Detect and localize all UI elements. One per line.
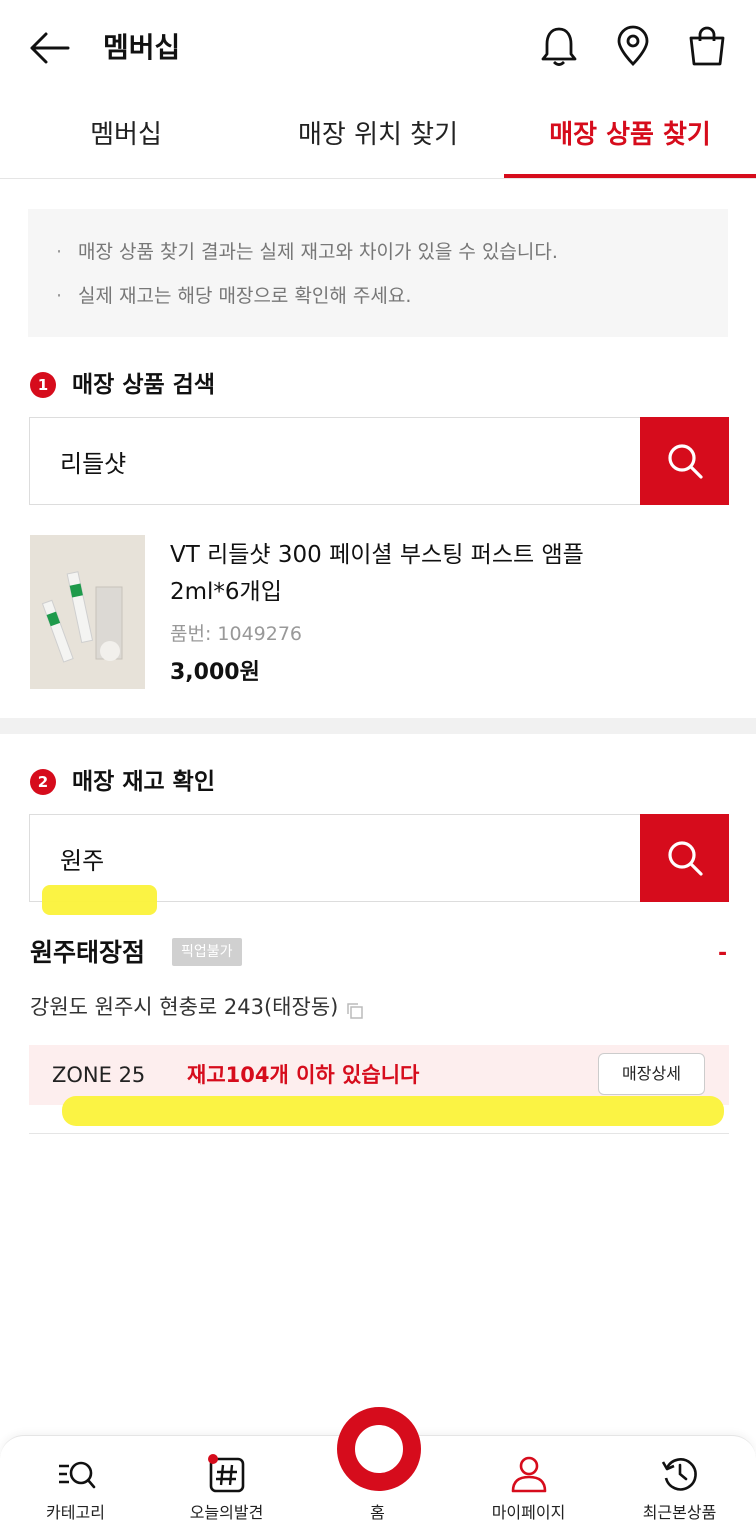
product-search-button[interactable] bbox=[640, 417, 729, 505]
nav-recent-products[interactable]: 최근본상품 bbox=[604, 1436, 755, 1538]
history-icon bbox=[661, 1458, 697, 1491]
nav-label: 카테고리 bbox=[46, 1503, 105, 1522]
tab-bar: 멤버십 매장 위치 찾기 매장 상품 찾기 bbox=[0, 94, 756, 179]
person-icon bbox=[511, 1456, 547, 1493]
product-search-input[interactable] bbox=[30, 418, 640, 504]
store-address: 강원도 원주시 현충로 243(태장동) bbox=[30, 992, 364, 1022]
tab-store-product[interactable]: 매장 상품 찾기 bbox=[504, 94, 756, 178]
step-number-badge: 2 bbox=[30, 769, 56, 795]
tab-store-location[interactable]: 매장 위치 찾기 bbox=[252, 94, 504, 178]
store-search-button[interactable] bbox=[640, 814, 729, 902]
search-icon bbox=[667, 444, 703, 479]
nav-category[interactable]: 카테고리 bbox=[0, 1436, 151, 1538]
step1-heading: 1 매장 상품 검색 bbox=[30, 370, 215, 400]
category-search-icon bbox=[59, 1461, 96, 1489]
notice-line: 매장 상품 찾기 결과는 실제 재고와 차이가 있을 수 있습니다. bbox=[56, 237, 728, 281]
step1-title: 매장 상품 검색 bbox=[72, 372, 215, 398]
store-detail-button[interactable]: 매장상세 bbox=[598, 1053, 705, 1095]
product-image[interactable] bbox=[30, 535, 145, 689]
store-address-text: 강원도 원주시 현충로 243(태장동) bbox=[30, 995, 339, 1019]
page-title: 멤버십 bbox=[103, 31, 181, 64]
section-divider bbox=[0, 718, 756, 734]
copy-icon[interactable] bbox=[346, 998, 364, 1019]
product-price: 3,000원 bbox=[170, 660, 260, 685]
store-name[interactable]: 원주태장점 bbox=[30, 936, 145, 970]
result-divider bbox=[29, 1133, 729, 1134]
product-name[interactable]: VT 리들샷 300 페이셜 부스팅 퍼스트 앰플 2ml*6개입 bbox=[170, 537, 650, 611]
nav-today-discovery[interactable]: 오늘의발견 bbox=[151, 1436, 302, 1538]
notice-line: 실제 재고는 해당 매장으로 확인해 주세요. bbox=[56, 281, 728, 325]
nav-label: 홈 bbox=[370, 1503, 385, 1522]
step2-heading: 2 매장 재고 확인 bbox=[30, 767, 215, 797]
nav-label: 오늘의발견 bbox=[189, 1503, 264, 1522]
hashtag-icon bbox=[208, 1454, 245, 1493]
collapse-toggle[interactable]: - bbox=[718, 940, 730, 968]
nav-mypage[interactable]: 마이페이지 bbox=[453, 1436, 604, 1538]
home-ring-icon[interactable] bbox=[337, 1407, 421, 1491]
tab-membership[interactable]: 멤버십 bbox=[0, 94, 252, 178]
app-header: 멤버십 bbox=[0, 0, 756, 94]
highlighter-mark bbox=[62, 1096, 724, 1126]
bell-icon[interactable] bbox=[537, 24, 581, 68]
location-pin-icon[interactable] bbox=[611, 24, 655, 68]
search-icon bbox=[667, 841, 703, 876]
highlighter-mark bbox=[42, 885, 157, 915]
product-code: 품번: 1049276 bbox=[170, 623, 303, 645]
nav-label: 마이페이지 bbox=[491, 1503, 566, 1522]
back-arrow-icon[interactable] bbox=[28, 28, 72, 68]
shopping-bag-icon[interactable] bbox=[685, 24, 729, 68]
pickup-status-badge: 픽업불가 bbox=[172, 938, 242, 966]
nav-label: 최근본상품 bbox=[642, 1503, 717, 1522]
product-search-box bbox=[29, 417, 729, 505]
step2-title: 매장 재고 확인 bbox=[72, 769, 215, 795]
step-number-badge: 1 bbox=[30, 372, 56, 398]
notice-box: 매장 상품 찾기 결과는 실제 재고와 차이가 있을 수 있습니다. 실제 재고… bbox=[28, 209, 728, 337]
